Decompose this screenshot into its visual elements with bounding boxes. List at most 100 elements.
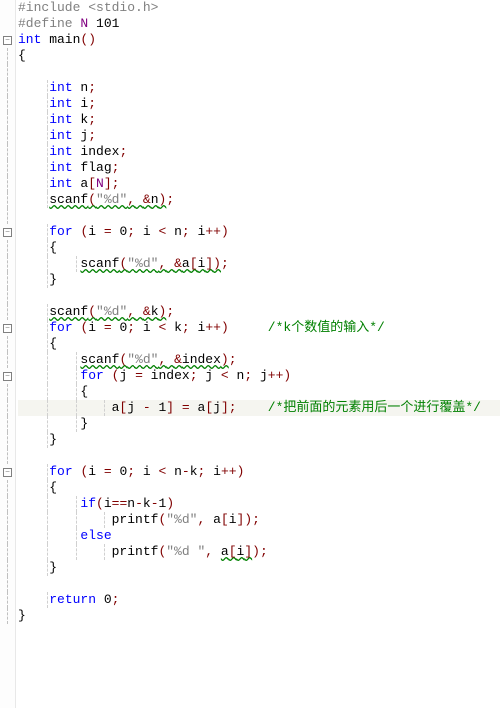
code-line[interactable] (18, 576, 500, 592)
indent-guide (47, 128, 48, 144)
code-line[interactable]: else (18, 528, 500, 544)
code-line[interactable]: int n; (18, 80, 500, 96)
code-line[interactable] (18, 288, 500, 304)
code-line[interactable]: return 0; (18, 592, 500, 608)
indent-guide (104, 400, 105, 416)
indent-guide (47, 112, 48, 128)
fold-guide (7, 160, 8, 176)
gutter-line (0, 192, 15, 208)
code-line[interactable] (18, 208, 500, 224)
code-line[interactable]: for (i = 0; i < k; i++) /*k个数值的输入*/ (18, 320, 500, 336)
fold-toggle[interactable]: − (3, 372, 12, 381)
code-editor: −−−−− #include <stdio.h>#define N 101int… (0, 0, 500, 708)
gutter-line (0, 560, 15, 576)
indent-guide (76, 416, 77, 432)
indent-guide (76, 368, 77, 384)
code-line[interactable]: { (18, 480, 500, 496)
indent-guide (76, 352, 77, 368)
gutter-line (0, 96, 15, 112)
code-line[interactable]: printf("%d ", a[i]); (18, 544, 500, 560)
code-line[interactable]: } (18, 416, 500, 432)
fold-toggle[interactable]: − (3, 36, 12, 45)
code-line[interactable]: scanf("%d", &a[i]); (18, 256, 500, 272)
code-line[interactable]: int j; (18, 128, 500, 144)
gutter-line: − (0, 368, 15, 384)
gutter-line: − (0, 464, 15, 480)
gutter-line (0, 592, 15, 608)
indent-guide (47, 224, 48, 240)
fold-guide (7, 112, 8, 128)
indent-guide (47, 144, 48, 160)
gutter-line: − (0, 224, 15, 240)
code-line[interactable]: { (18, 384, 500, 400)
code-line[interactable] (18, 448, 500, 464)
fold-guide (7, 144, 8, 160)
indent-guide (47, 592, 48, 608)
fold-gutter: − − − − − (0, 0, 16, 708)
indent-guide (47, 416, 48, 432)
gutter-line (0, 64, 15, 80)
code-line[interactable]: for (j = index; j < n; j++) (18, 368, 500, 384)
fold-guide (7, 336, 8, 352)
gutter-line (0, 256, 15, 272)
code-line[interactable]: int index; (18, 144, 500, 160)
fold-guide (7, 560, 8, 576)
code-line[interactable] (18, 64, 500, 80)
code-line[interactable]: a[j - 1] = a[j]; /*把前面的元素用后一个进行覆盖*/ (18, 400, 500, 416)
code-line[interactable]: } (18, 432, 500, 448)
indent-guide (47, 336, 48, 352)
gutter-line (0, 336, 15, 352)
code-line[interactable]: for (i = 0; i < n; i++) (18, 224, 500, 240)
code-line[interactable]: int main() (18, 32, 500, 48)
fold-guide (7, 256, 8, 272)
gutter-line (0, 80, 15, 96)
fold-guide (7, 48, 8, 64)
fold-guide (7, 208, 8, 224)
indent-guide (47, 320, 48, 336)
code-line[interactable]: for (i = 0; i < n-k; i++) (18, 464, 500, 480)
indent-guide (47, 400, 48, 416)
gutter-line: − (0, 32, 15, 48)
gutter-line (0, 272, 15, 288)
code-line[interactable]: scanf("%d", &k); (18, 304, 500, 320)
gutter-line (0, 208, 15, 224)
fold-guide (7, 288, 8, 304)
code-line[interactable]: } (18, 608, 500, 624)
code-line[interactable]: scanf("%d", &n); (18, 192, 500, 208)
code-line[interactable]: printf("%d", a[i]); (18, 512, 500, 528)
code-line[interactable]: { (18, 336, 500, 352)
gutter-line (0, 352, 15, 368)
indent-guide (104, 512, 105, 528)
code-line[interactable]: #include <stdio.h> (18, 0, 500, 16)
gutter-line (0, 400, 15, 416)
fold-guide (7, 384, 8, 400)
gutter-line (0, 112, 15, 128)
code-line[interactable]: int k; (18, 112, 500, 128)
fold-toggle[interactable]: − (3, 324, 12, 333)
code-area[interactable]: #include <stdio.h>#define N 101int main(… (16, 0, 500, 708)
indent-guide (47, 80, 48, 96)
code-line[interactable]: int flag; (18, 160, 500, 176)
indent-guide (76, 496, 77, 512)
code-line[interactable]: } (18, 560, 500, 576)
code-line[interactable]: #define N 101 (18, 16, 500, 32)
indent-guide (47, 560, 48, 576)
indent-guide (47, 272, 48, 288)
code-line[interactable]: if(i==n-k-1) (18, 496, 500, 512)
code-line[interactable]: } (18, 272, 500, 288)
fold-toggle[interactable]: − (3, 468, 12, 477)
code-line[interactable]: { (18, 48, 500, 64)
code-line[interactable]: int a[N]; (18, 176, 500, 192)
indent-guide (47, 432, 48, 448)
code-line[interactable]: int i; (18, 96, 500, 112)
indent-guide (47, 192, 48, 208)
fold-guide (7, 272, 8, 288)
code-line[interactable]: { (18, 240, 500, 256)
code-line[interactable]: scanf("%d", &index); (18, 352, 500, 368)
gutter-line (0, 496, 15, 512)
indent-guide (47, 240, 48, 256)
indent-guide (76, 512, 77, 528)
fold-toggle[interactable]: − (3, 228, 12, 237)
gutter-line (0, 608, 15, 624)
fold-guide (7, 432, 8, 448)
